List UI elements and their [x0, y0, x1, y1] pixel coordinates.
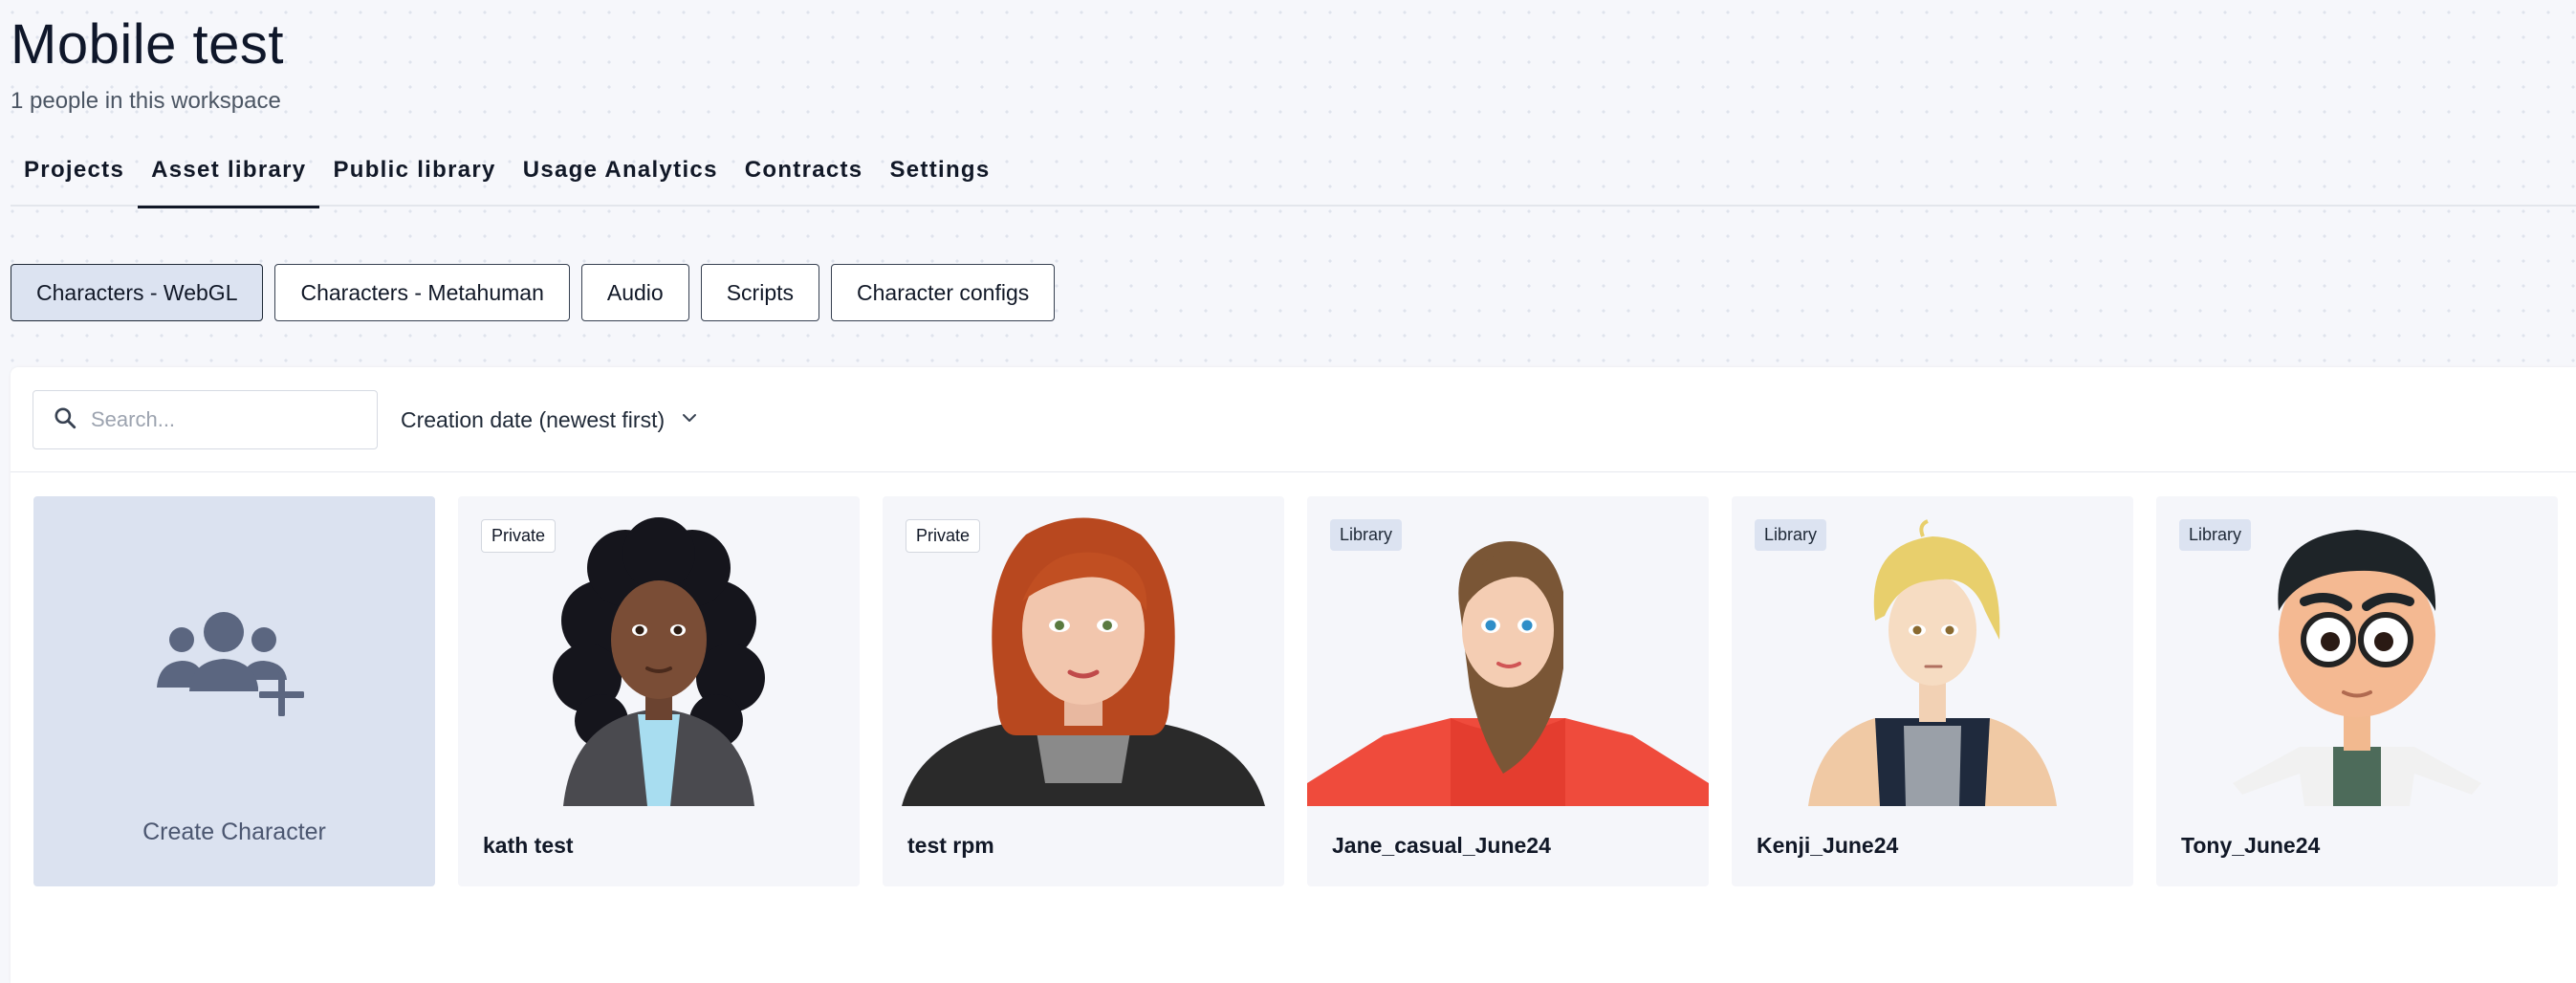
character-card[interactable]: Private kath test	[458, 496, 860, 886]
character-name: Jane_casual_June24	[1332, 833, 1551, 858]
tab-usage-analytics[interactable]: Usage Analytics	[510, 153, 731, 207]
sort-label: Creation date (newest first)	[401, 406, 666, 432]
assets-panel: Creation date (newest first)	[11, 367, 2576, 983]
visibility-badge: Private	[481, 519, 557, 553]
search-box[interactable]	[33, 390, 378, 449]
character-card[interactable]: Library Jane_casual_June24	[1307, 496, 1709, 886]
visibility-badge: Private	[906, 519, 981, 553]
workspace-tabs: Projects Asset library Public library Us…	[11, 153, 2576, 208]
tab-asset-library[interactable]: Asset library	[138, 153, 320, 208]
search-input[interactable]	[91, 407, 359, 432]
create-character-card[interactable]: Create Character	[33, 496, 435, 886]
sort-dropdown[interactable]: Creation date (newest first)	[401, 390, 699, 449]
chip-audio[interactable]: Audio	[580, 264, 689, 321]
character-card[interactable]: Library Tony_June24	[2156, 496, 2558, 886]
character-grid: Create Character Private kath test Priva…	[33, 496, 2558, 886]
workspace-header: Mobile test 1 people in this workspace	[11, 11, 284, 115]
chip-character-configs[interactable]: Character configs	[831, 264, 1056, 321]
chip-characters-webgl[interactable]: Characters - WebGL	[11, 264, 264, 321]
asset-type-filter: Characters - WebGL Characters - Metahuma…	[11, 264, 1056, 321]
visibility-badge: Library	[2179, 519, 2252, 551]
character-card[interactable]: Library Kenji_June24	[1732, 496, 2133, 886]
assets-toolbar: Creation date (newest first)	[11, 367, 2576, 472]
visibility-badge: Library	[1330, 519, 1403, 551]
character-card[interactable]: Private test rpm	[883, 496, 1284, 886]
chip-scripts[interactable]: Scripts	[700, 264, 819, 321]
character-name: kath test	[483, 833, 574, 858]
search-icon	[53, 405, 77, 435]
chevron-down-icon	[680, 407, 699, 433]
add-group-icon	[153, 603, 316, 723]
tab-settings[interactable]: Settings	[876, 153, 1003, 207]
people-count: 1 people in this workspace	[11, 88, 281, 114]
character-name: Tony_June24	[2181, 833, 2321, 858]
page-title: Mobile test	[11, 13, 284, 76]
chip-characters-metahuman[interactable]: Characters - Metahuman	[274, 264, 570, 321]
create-character-label: Create Character	[142, 819, 326, 845]
character-name: Kenji_June24	[1757, 833, 1899, 858]
tab-projects[interactable]: Projects	[11, 153, 138, 207]
character-name: test rpm	[907, 833, 994, 858]
tab-public-library[interactable]: Public library	[319, 153, 509, 207]
tab-contracts[interactable]: Contracts	[731, 153, 877, 207]
visibility-badge: Library	[1755, 519, 1827, 551]
